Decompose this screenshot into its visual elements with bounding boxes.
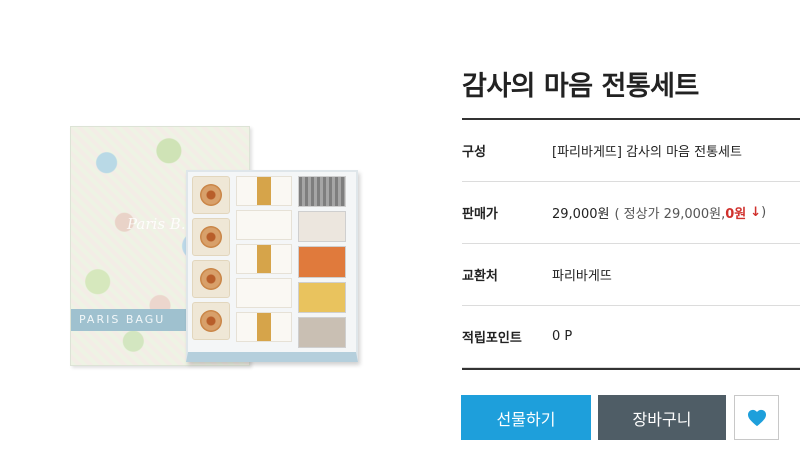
cookie-item	[192, 260, 230, 298]
like-button[interactable]	[734, 395, 779, 440]
sale-price: 29,000원	[552, 207, 610, 222]
down-arrow-icon: ↓	[750, 205, 762, 220]
cookie-item	[192, 176, 230, 214]
jelly-item	[298, 281, 346, 313]
price-value: 29,000원 ( 정상가 29,000원, 0원 ↓ )	[552, 182, 766, 243]
discount-amount: 0원	[725, 207, 747, 222]
info-value: 0 P	[552, 329, 573, 344]
info-value: 파리바게뜨	[552, 269, 612, 284]
gift-box-tray	[186, 170, 358, 362]
jelly-item	[298, 316, 346, 349]
paren-close: )	[761, 205, 767, 220]
jelly-item	[298, 176, 346, 208]
info-row-exchange: 교환처 파리바게뜨	[462, 244, 800, 306]
cookie-item	[192, 218, 230, 256]
box-script-text: Paris B.	[127, 215, 186, 233]
info-row-points: 적립포인트 0 P	[462, 306, 800, 368]
info-row-price: 판매가 29,000원 ( 정상가 29,000원, 0원 ↓ )	[462, 182, 800, 244]
yakgwa-item	[236, 176, 292, 206]
regular-price-text: ( 정상가 29,000원,	[614, 207, 726, 222]
cart-button[interactable]: 장바구니	[598, 395, 726, 440]
yakgwa-item	[236, 312, 292, 342]
info-label: 교환처	[462, 269, 498, 284]
product-title: 감사의 마음 전통세트	[462, 71, 699, 102]
yakgwa-item	[236, 278, 292, 308]
jelly-item	[298, 211, 346, 243]
info-label: 구성	[462, 145, 486, 160]
info-label: 적립포인트	[462, 331, 522, 346]
info-label: 판매가	[462, 207, 498, 222]
cookie-item	[192, 302, 230, 340]
info-value: [파리바게뜨] 감사의 마음 전통세트	[552, 145, 742, 160]
divider	[462, 368, 800, 370]
heart-icon	[747, 409, 766, 426]
product-image: Paris B. PARIS BAGU	[66, 120, 366, 370]
jelly-item	[298, 246, 346, 278]
yakgwa-item	[236, 210, 292, 240]
gift-button[interactable]: 선물하기	[461, 395, 591, 440]
yakgwa-item	[236, 244, 292, 274]
info-row-composition: 구성 [파리바게뜨] 감사의 마음 전통세트	[462, 120, 800, 182]
